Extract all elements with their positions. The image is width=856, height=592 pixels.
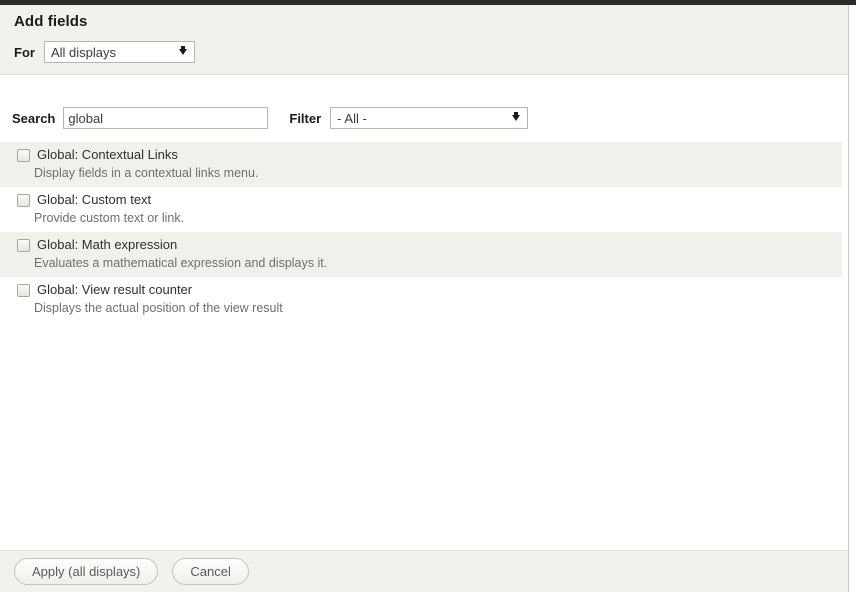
apply-button[interactable]: Apply (all displays) — [14, 558, 159, 585]
fields-results-list: Global: Contextual Links Display fields … — [0, 142, 842, 322]
table-row[interactable]: Global: Custom text Provide custom text … — [0, 187, 842, 232]
dialog-footer: Apply (all displays) Cancel — [0, 550, 849, 592]
field-title: Global: Contextual Links — [37, 147, 178, 162]
display-scope-select-value: All displays — [50, 44, 116, 60]
field-description: Provide custom text or link. — [34, 211, 185, 225]
dialog-header: Add fields For All displays — [0, 5, 849, 75]
search-label: Search — [12, 110, 56, 126]
table-row[interactable]: Global: Contextual Links Display fields … — [0, 142, 842, 187]
row-checkbox[interactable] — [17, 149, 30, 162]
field-description: Evaluates a mathematical expression and … — [34, 256, 328, 270]
dialog-body: Search Filter - All - Global: Contextual… — [0, 76, 849, 549]
filters-row: Search Filter - All - — [0, 104, 849, 132]
cancel-button[interactable]: Cancel — [172, 558, 249, 585]
for-label: For — [14, 44, 35, 60]
field-title: Global: Math expression — [37, 237, 178, 252]
field-description: Display fields in a contextual links men… — [34, 166, 259, 180]
chevron-down-icon — [512, 112, 521, 121]
page-title: Add fields — [14, 13, 88, 30]
field-title: Global: View result counter — [37, 282, 193, 297]
dialog-right-edge — [848, 5, 856, 592]
field-title: Global: Custom text — [37, 192, 152, 207]
row-main: Global: Contextual Links — [0, 147, 842, 163]
row-main: Global: Math expression — [0, 237, 842, 253]
add-fields-dialog: Add fields For All displays Search Filte… — [0, 0, 856, 592]
filter-label: Filter — [289, 110, 322, 126]
display-scope-select[interactable]: All displays — [43, 41, 195, 63]
row-checkbox[interactable] — [17, 194, 30, 207]
row-checkbox[interactable] — [17, 284, 30, 297]
chevron-down-icon — [178, 46, 187, 55]
filter-select-value: - All - — [337, 110, 367, 126]
display-scope-row: For All displays — [14, 41, 195, 63]
table-row[interactable]: Global: Math expression Evaluates a math… — [0, 232, 842, 277]
search-input[interactable] — [63, 107, 269, 129]
row-main: Global: Custom text — [0, 192, 842, 208]
row-checkbox[interactable] — [17, 239, 30, 252]
row-main: Global: View result counter — [0, 282, 842, 298]
filter-select[interactable]: - All - — [330, 107, 529, 129]
field-description: Displays the actual position of the view… — [34, 301, 283, 315]
table-row[interactable]: Global: View result counter Displays the… — [0, 277, 842, 322]
